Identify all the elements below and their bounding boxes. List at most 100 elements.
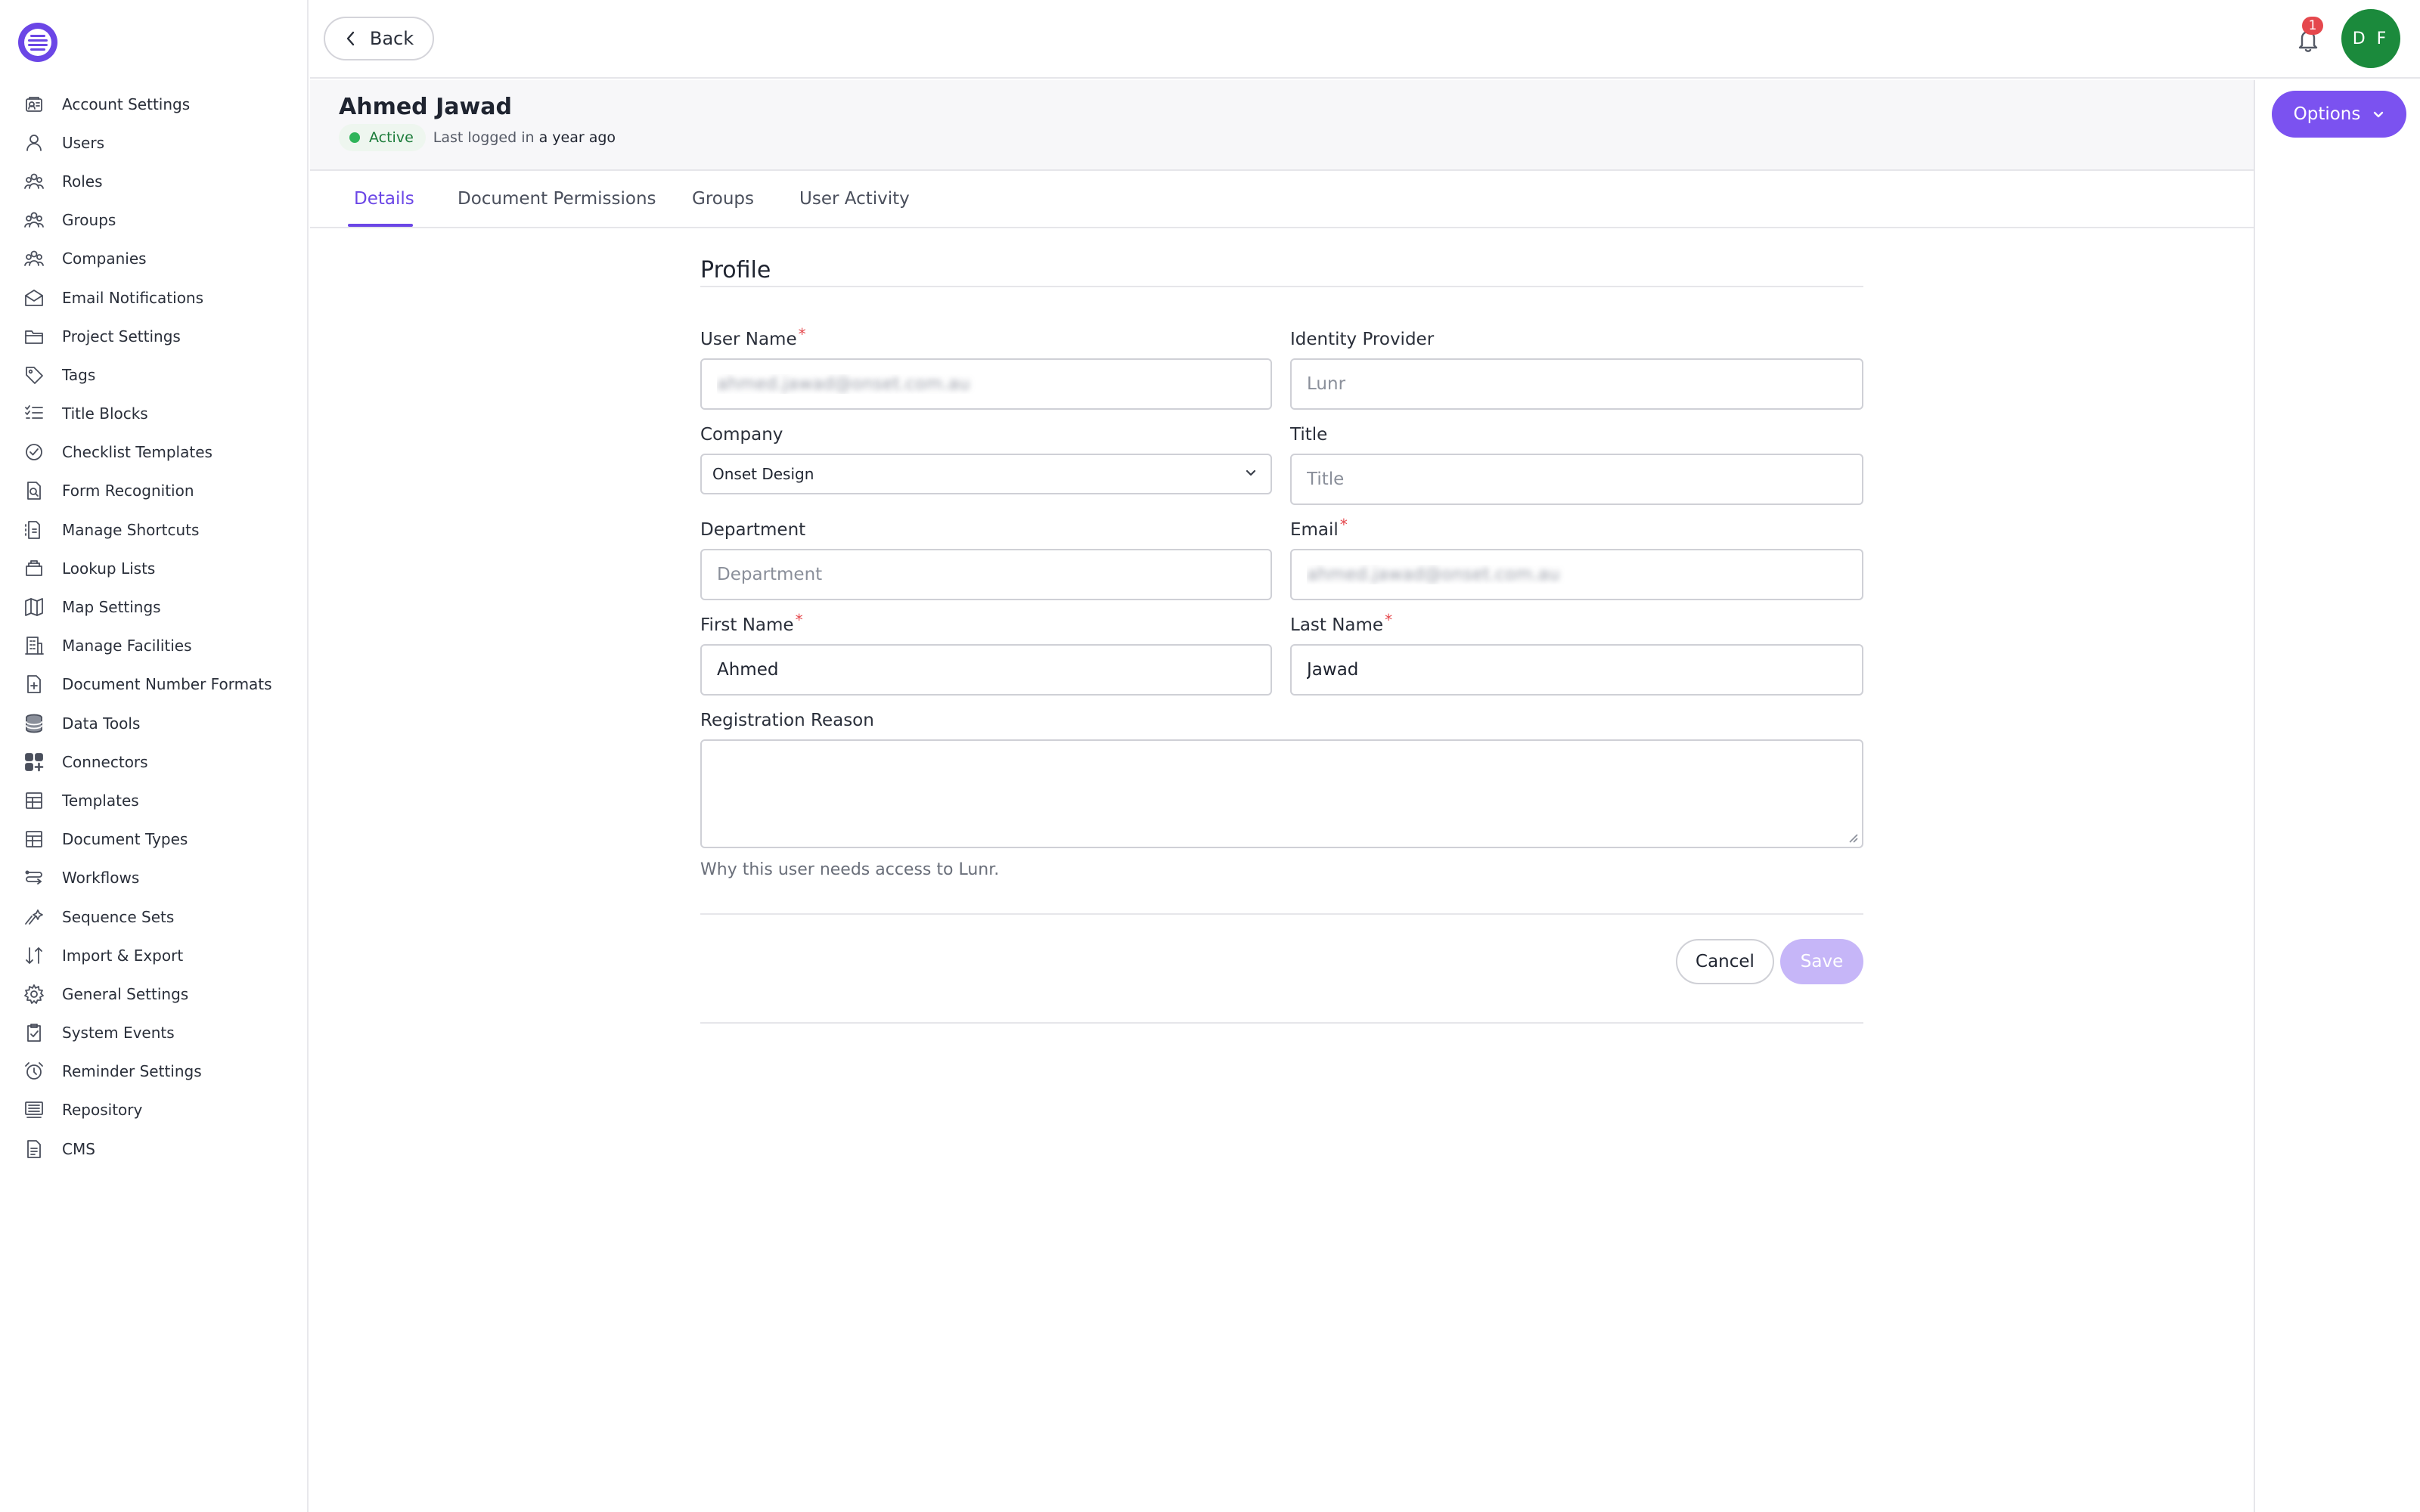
title-field[interactable]: [1290, 454, 1863, 505]
back-button[interactable]: Back: [324, 17, 434, 60]
sidebar-item-label: Connectors: [62, 752, 148, 771]
sidebar-item-document-number-formats[interactable]: Document Number Formats: [0, 665, 309, 704]
options-button[interactable]: Options: [2272, 91, 2406, 138]
last-name-label: Last Name *: [1290, 611, 1392, 635]
page-title: Ahmed Jawad: [339, 94, 512, 120]
sidebar-item-templates[interactable]: Templates: [0, 781, 309, 820]
username-field[interactable]: [700, 358, 1272, 410]
email-field[interactable]: [1290, 549, 1863, 600]
building-icon: [23, 634, 45, 657]
sidebar-item-label: CMS: [62, 1139, 95, 1158]
sidebar-item-map-settings[interactable]: Map Settings: [0, 587, 309, 626]
sidebar-item-data-tools[interactable]: Data Tools: [0, 704, 309, 742]
sidebar-item-label: Tags: [62, 365, 96, 384]
company-select[interactable]: Onset Design: [700, 454, 1272, 494]
stack-icon: [23, 557, 45, 580]
sidebar-item-label: System Events: [62, 1024, 175, 1043]
save-button[interactable]: Save: [1780, 939, 1863, 984]
department-field[interactable]: [700, 549, 1272, 600]
resize-grip-icon[interactable]: [1847, 832, 1859, 844]
sidebar-item-reminder-settings[interactable]: Reminder Settings: [0, 1052, 309, 1091]
sidebar-item-label: Document Number Formats: [62, 675, 272, 694]
divider: [700, 286, 1863, 287]
first-name-label: First Name *: [700, 611, 803, 635]
last-name-label-text: Last Name: [1290, 615, 1384, 635]
department-label: Department: [700, 520, 806, 540]
sidebar-item-companies[interactable]: Companies: [0, 240, 309, 278]
sidebar-item-label: Data Tools: [62, 714, 141, 733]
sidebar-item-label: Lookup Lists: [62, 559, 156, 578]
sidebar-item-label: Repository: [62, 1101, 143, 1120]
check-circle-icon: [23, 441, 45, 463]
registration-reason-help: Why this user needs access to Lunr.: [700, 860, 1000, 879]
email-label: Email *: [1290, 516, 1348, 540]
status-badge: Active: [339, 124, 426, 151]
sidebar-item-sequence-sets[interactable]: Sequence Sets: [0, 897, 309, 936]
email-icon: [23, 287, 45, 309]
back-button-label: Back: [369, 28, 414, 49]
sidebar-item-account-settings[interactable]: Account Settings: [0, 85, 309, 123]
sidebar-item-label: Sequence Sets: [62, 907, 175, 926]
sidebar-item-document-types[interactable]: Document Types: [0, 820, 309, 859]
sidebar-item-connectors[interactable]: Connectors: [0, 742, 309, 781]
status-dot-icon: [349, 132, 360, 143]
map-icon: [23, 596, 45, 618]
tab-document-permissions[interactable]: Document Permissions: [458, 189, 656, 209]
registration-reason-field[interactable]: [700, 739, 1863, 848]
status-row: Active Last logged in a year ago: [339, 124, 616, 151]
first-name-label-text: First Name: [700, 615, 794, 635]
sidebar-item-form-recognition[interactable]: Form Recognition: [0, 472, 309, 510]
registration-reason-label: Registration Reason: [700, 711, 874, 730]
folder-icon: [23, 325, 45, 348]
required-mark: *: [1339, 516, 1348, 534]
identity-provider-field[interactable]: [1290, 358, 1863, 410]
sidebar-item-import-and-export[interactable]: Import & Export: [0, 936, 309, 974]
sidebar-item-label: Title Blocks: [62, 404, 148, 423]
companies-icon: [23, 247, 45, 270]
sidebar-item-manage-facilities[interactable]: Manage Facilities: [0, 627, 309, 665]
sidebar-item-checklist-templates[interactable]: Checklist Templates: [0, 433, 309, 472]
sidebar-item-users[interactable]: Users: [0, 123, 309, 162]
sidebar-item-workflows[interactable]: Workflows: [0, 859, 309, 897]
sidebar-item-label: Manage Facilities: [62, 637, 192, 655]
notification-badge: 1: [2302, 17, 2323, 35]
chevron-down-icon: [2374, 111, 2384, 118]
sidebar-item-repository[interactable]: Repository: [0, 1091, 309, 1129]
sidebar: Account Settings Users Roles Groups Companie…: [0, 0, 309, 1512]
sidebar-item-groups[interactable]: Groups: [0, 201, 309, 240]
last-name-field[interactable]: [1290, 644, 1863, 696]
cancel-button[interactable]: Cancel: [1676, 939, 1774, 984]
sidebar-item-title-blocks[interactable]: Title Blocks: [0, 395, 309, 433]
document-types-icon: [23, 828, 45, 850]
sidebar-item-system-events[interactable]: System Events: [0, 1014, 309, 1052]
template-icon: [23, 789, 45, 812]
sidebar-item-tags[interactable]: Tags: [0, 355, 309, 394]
sidebar-item-manage-shortcuts[interactable]: Manage Shortcuts: [0, 510, 309, 549]
sidebar-item-label: Users: [62, 133, 105, 152]
email-label-text: Email: [1290, 520, 1339, 540]
active-tab-indicator: [348, 224, 413, 227]
sidebar-item-roles[interactable]: Roles: [0, 162, 309, 200]
sidebar-item-label: Form Recognition: [62, 482, 194, 500]
avatar[interactable]: D F: [2341, 9, 2400, 68]
company-select-value: Onset Design: [712, 465, 814, 483]
company-label: Company: [700, 425, 783, 445]
sidebar-item-cms[interactable]: CMS: [0, 1129, 309, 1168]
gear-icon: [23, 983, 45, 1005]
sidebar-item-label: Groups: [62, 211, 116, 230]
required-mark: *: [798, 325, 806, 343]
sidebar-item-label: Roles: [62, 172, 103, 191]
sidebar-item-general-settings[interactable]: General Settings: [0, 974, 309, 1013]
sidebar-item-project-settings[interactable]: Project Settings: [0, 317, 309, 355]
sidebar-item-lookup-lists[interactable]: Lookup Lists: [0, 549, 309, 587]
sidebar-item-label: Manage Shortcuts: [62, 520, 200, 539]
first-name-field[interactable]: [700, 644, 1272, 696]
tab-details[interactable]: Details: [354, 189, 414, 209]
required-mark: *: [795, 611, 803, 629]
tab-groups[interactable]: Groups: [692, 189, 754, 209]
lunr-logo-icon[interactable]: [18, 23, 57, 62]
sidebar-item-label: Document Types: [62, 830, 188, 849]
sidebar-item-email-notifications[interactable]: Email Notifications: [0, 278, 309, 317]
shortcut-icon: [23, 519, 45, 541]
tab-user-activity[interactable]: User Activity: [799, 189, 910, 209]
